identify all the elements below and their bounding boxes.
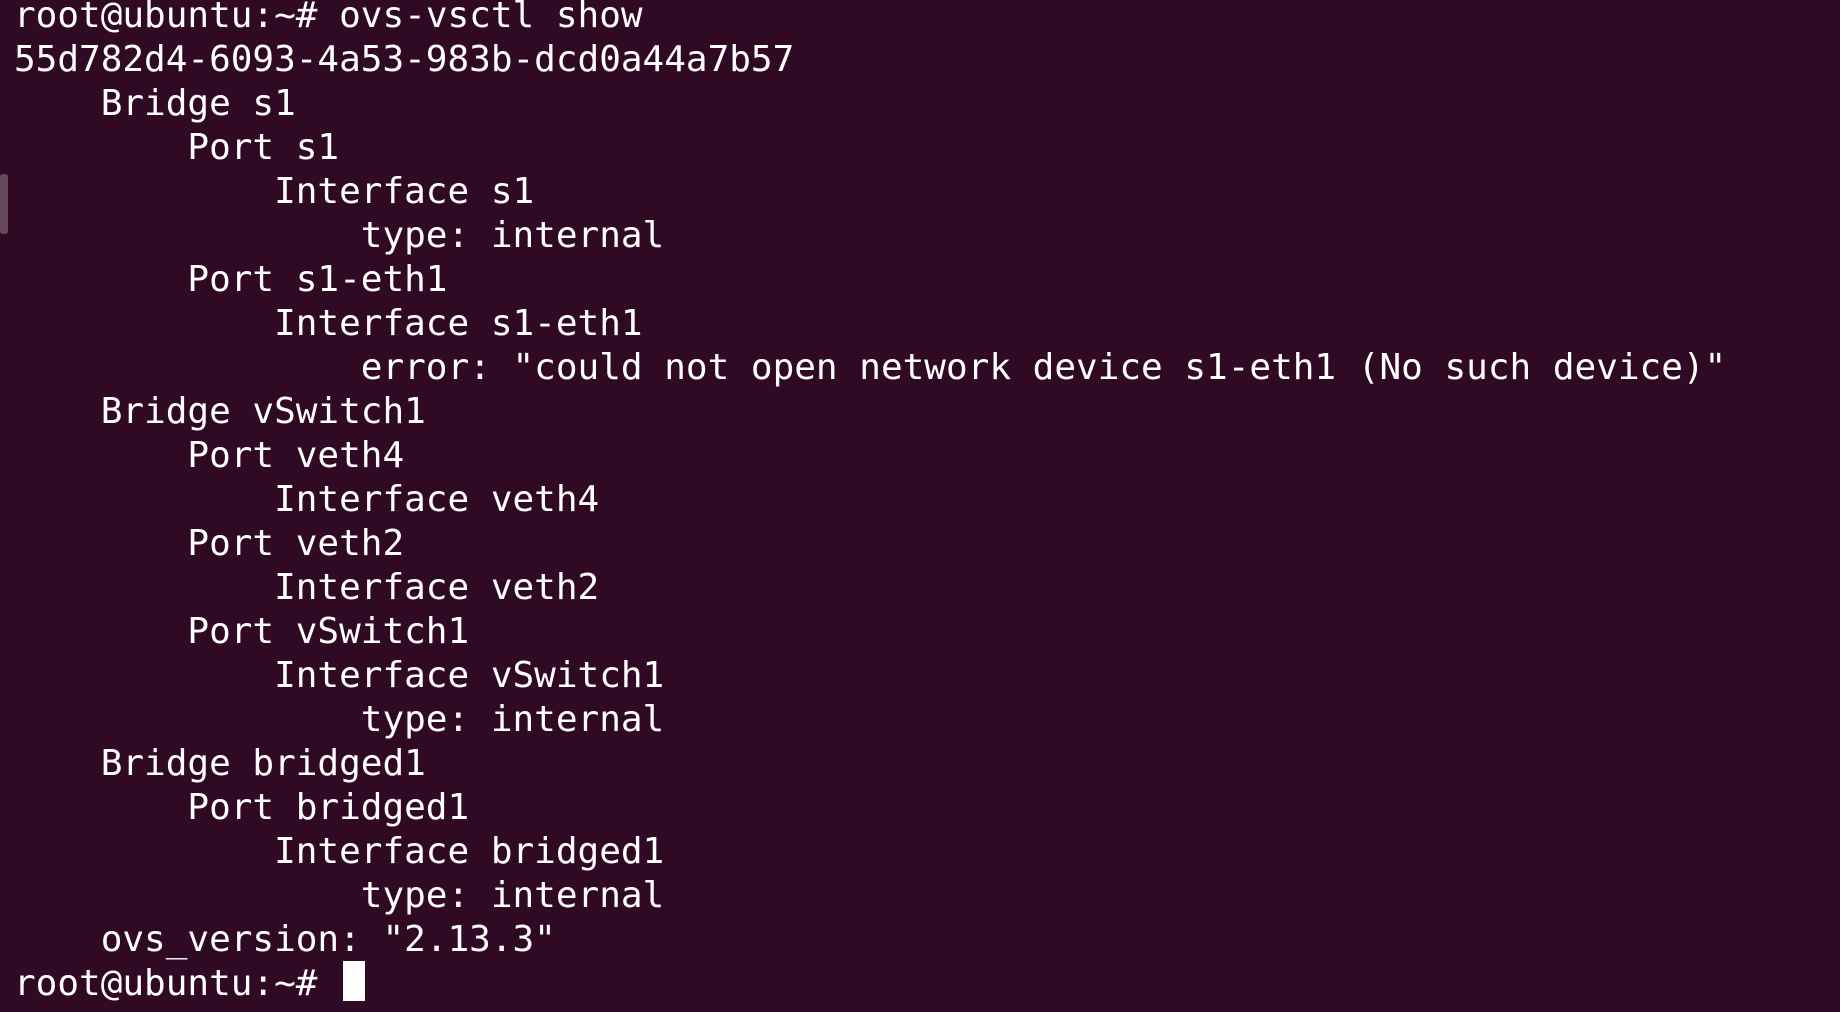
output-line: ovs_version: "2.13.3" [14,919,556,960]
output-line: type: internal [14,699,665,740]
output-line: Bridge s1 [14,83,296,124]
text-cursor [343,961,366,1001]
terminal-window[interactable]: root@ubuntu:~# ovs-vsctl show 55d782d4-6… [0,0,1840,1006]
output-line: Bridge vSwitch1 [14,391,426,432]
output-line: type: internal [14,875,665,916]
output-line: Interface veth2 [14,567,600,608]
output-line: error: "could not open network device s1… [14,347,1727,388]
output-line: Interface s1-eth1 [14,303,643,344]
command-line: root@ubuntu:~# ovs-vsctl show [14,0,1840,38]
output-line: Interface vSwitch1 [14,655,665,696]
input-line[interactable]: root@ubuntu:~# [14,961,1840,1006]
output-line: Port veth4 [14,435,405,476]
output-line: type: internal [14,215,665,256]
output-line: Port veth2 [14,523,405,564]
command-text: ovs-vsctl show [339,0,643,36]
scrollbar-thumb[interactable] [0,174,8,234]
output-line: Bridge bridged1 [14,743,426,784]
output-line: Interface veth4 [14,479,600,520]
output-line: Port vSwitch1 [14,611,470,652]
prompt: root@ubuntu:~# [14,0,318,36]
output-line: Port s1 [14,127,340,168]
output-line: 55d782d4-6093-4a53-983b-dcd0a44a7b57 [14,39,795,80]
output-line: Interface bridged1 [14,831,665,872]
output-line: Port bridged1 [14,787,470,828]
output-line: Port s1-eth1 [14,259,448,300]
output-line: Interface s1 [14,171,535,212]
prompt: root@ubuntu:~# [14,963,318,1004]
